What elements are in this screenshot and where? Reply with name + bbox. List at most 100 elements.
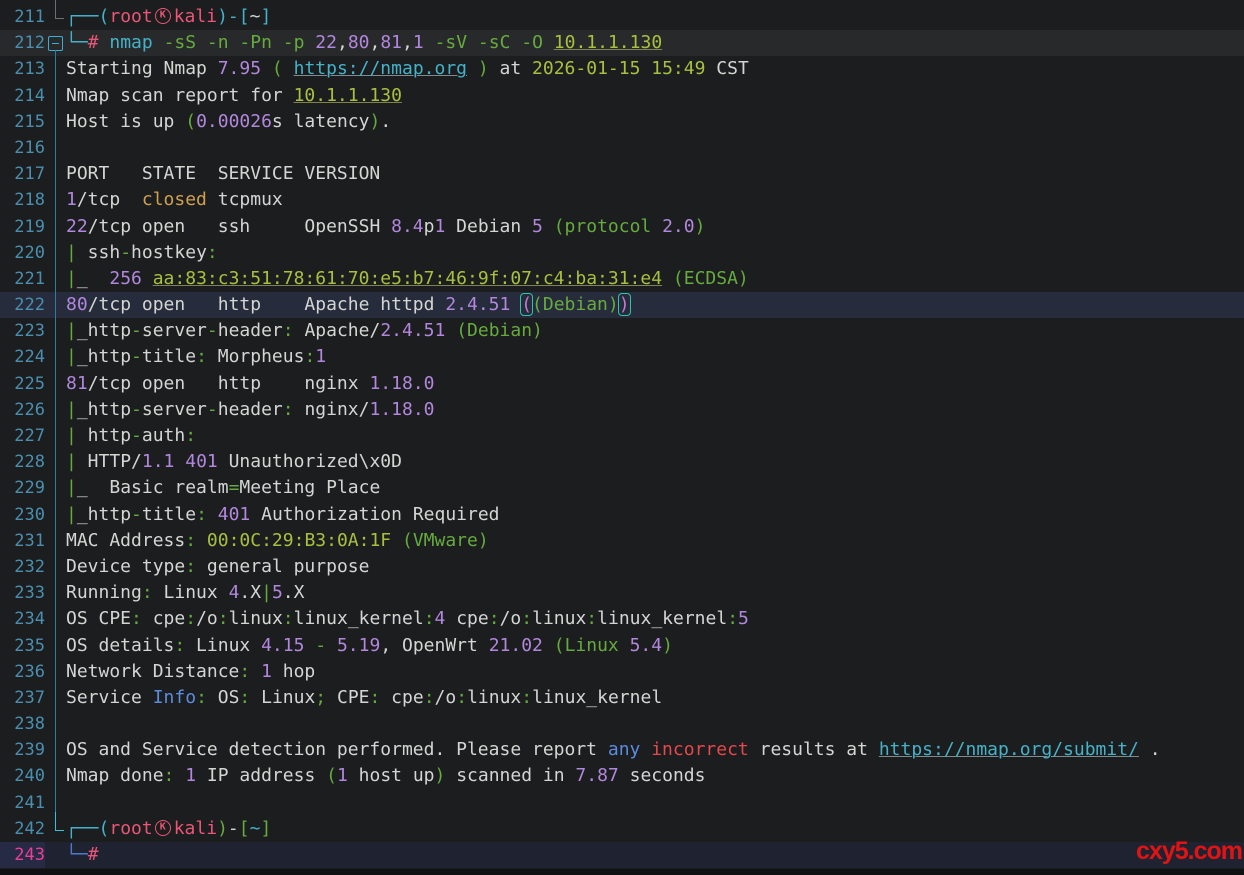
text-segment: ┌──( xyxy=(66,6,109,27)
fold-guide-line xyxy=(55,422,56,450)
line-number[interactable]: 234 xyxy=(0,606,45,632)
text-segment: 2026-01-15 15:49 xyxy=(532,58,705,79)
url-link[interactable]: https://nmap.org xyxy=(294,58,467,79)
line-number[interactable]: 221 xyxy=(0,266,45,292)
gutter-fold-column xyxy=(45,371,66,397)
line-number[interactable]: 240 xyxy=(0,763,45,789)
text-segment: title xyxy=(142,346,196,367)
line-number[interactable]: 242 xyxy=(0,816,45,842)
text-segment: s latency xyxy=(272,111,370,132)
line-number[interactable]: 217 xyxy=(0,161,45,187)
text-segment: - xyxy=(131,320,142,341)
text-segment xyxy=(326,635,337,656)
line-number[interactable]: 226 xyxy=(0,397,45,423)
line-number[interactable]: 229 xyxy=(0,475,45,501)
line-content: ┌──(rootKkali)-[~] xyxy=(66,816,271,842)
text-segment: | xyxy=(66,504,77,525)
text-segment: : xyxy=(521,608,532,629)
text-segment: server xyxy=(142,320,207,341)
code-line: 233Running: Linux 4.X|5.X xyxy=(0,580,1244,606)
text-segment: (ECDSA) xyxy=(673,268,749,289)
line-number[interactable]: 218 xyxy=(0,187,45,213)
gutter-fold-column xyxy=(45,318,66,344)
text-segment: - xyxy=(131,425,142,446)
line-number[interactable]: 241 xyxy=(0,790,45,816)
code-line: 235OS details: Linux 4.15 - 5.19, OpenWr… xyxy=(0,633,1244,659)
fold-guide-line xyxy=(55,239,56,267)
fold-guide-line xyxy=(55,762,56,790)
line-number[interactable]: 211 xyxy=(0,4,45,30)
line-number[interactable]: 223 xyxy=(0,318,45,344)
text-segment: ) xyxy=(619,294,630,315)
line-number[interactable]: 215 xyxy=(0,109,45,135)
gutter-fold-column xyxy=(45,292,66,318)
text-segment: ) xyxy=(695,216,706,237)
text-segment: Info xyxy=(153,687,196,708)
text-segment: linux xyxy=(229,608,283,629)
url-link[interactable]: https://nmap.org/submit/ xyxy=(879,739,1139,760)
code-line: 219 22/tcp open ssh OpenSSH 8.4p1 Debian … xyxy=(0,214,1244,240)
gutter-fold-column xyxy=(45,240,66,266)
text-segment: ~ xyxy=(250,6,261,27)
line-number[interactable]: 239 xyxy=(0,737,45,763)
code-line: 214 Nmap scan report for 10.1.1.130 xyxy=(0,83,1244,109)
text-segment: 1 xyxy=(337,765,348,786)
fold-guide-line xyxy=(55,579,56,607)
line-content: OS CPE: cpe:/o:linux:linux_kernel:4 cpe:… xyxy=(66,606,749,632)
text-segment: (VMware) xyxy=(402,530,489,551)
line-number[interactable]: 232 xyxy=(0,554,45,580)
line-number[interactable]: 238 xyxy=(0,711,45,737)
fold-toggle-icon[interactable] xyxy=(48,36,63,51)
line-number[interactable]: 216 xyxy=(0,135,45,161)
line-number[interactable]: 243 xyxy=(0,842,45,868)
line-number[interactable]: 227 xyxy=(0,423,45,449)
line-number[interactable]: 222 xyxy=(0,292,45,318)
line-number[interactable]: 228 xyxy=(0,449,45,475)
line-number[interactable]: 212 xyxy=(0,30,45,56)
code-line: 230|_http-title: 401 Authorization Requi… xyxy=(0,502,1244,528)
text-segment: Service xyxy=(66,687,153,708)
text-segment: : xyxy=(218,608,229,629)
text-segment: 1 xyxy=(185,765,196,786)
fold-guide-line xyxy=(55,55,56,83)
text-segment: : xyxy=(185,608,196,629)
line-number[interactable]: 220 xyxy=(0,240,45,266)
kali-user-icon: K xyxy=(155,8,171,24)
fold-guide-line xyxy=(55,343,56,371)
line-number[interactable]: 219 xyxy=(0,214,45,240)
text-segment: : xyxy=(185,425,196,446)
text-segment: scanned in xyxy=(445,765,575,786)
fold-guide-line xyxy=(55,710,56,738)
line-number[interactable]: 237 xyxy=(0,685,45,711)
line-number[interactable]: 213 xyxy=(0,56,45,82)
text-segment: : xyxy=(283,608,294,629)
fold-guide-line xyxy=(55,736,56,764)
line-number[interactable]: 224 xyxy=(0,344,45,370)
line-number[interactable]: 236 xyxy=(0,659,45,685)
line-content: 22/tcp open ssh OpenSSH 8.4p1 Debian 5 (… xyxy=(66,214,705,240)
line-content: Nmap scan report for 10.1.1.130 xyxy=(66,83,402,109)
fold-guide-line xyxy=(55,160,56,188)
text-segment: ┌──( xyxy=(66,818,109,839)
line-number[interactable]: 233 xyxy=(0,580,45,606)
text-segment: - xyxy=(120,242,131,263)
line-content: |_ Basic realm=Meeting Place xyxy=(66,475,380,501)
code-line: 242 ┌──(rootKkali)-[~] xyxy=(0,816,1244,842)
line-number[interactable]: 231 xyxy=(0,528,45,554)
line-content: Network Distance: 1 hop xyxy=(66,659,315,685)
line-number[interactable]: 235 xyxy=(0,633,45,659)
gutter-fold-column xyxy=(45,580,66,606)
text-segment: )-[ xyxy=(217,6,250,27)
text-segment: : xyxy=(283,399,294,420)
line-content: Starting Nmap 7.95 ( https://nmap.org ) … xyxy=(66,56,749,82)
text-segment: aa:83:c3:51:78:61:70:e5:b7:46:9f:07:c4:b… xyxy=(153,268,662,289)
text-segment: ] xyxy=(260,818,271,839)
text-segment: : xyxy=(489,608,500,629)
line-number[interactable]: 225 xyxy=(0,371,45,397)
line-number[interactable]: 230 xyxy=(0,502,45,528)
text-segment: 00:0C:29:B3:0A:1F xyxy=(207,530,391,551)
line-content: |_http-server-header: nginx/1.18.0 xyxy=(66,397,435,423)
text-segment: -sV -sC -O xyxy=(435,32,554,53)
text-segment: : xyxy=(424,608,435,629)
line-number[interactable]: 214 xyxy=(0,83,45,109)
